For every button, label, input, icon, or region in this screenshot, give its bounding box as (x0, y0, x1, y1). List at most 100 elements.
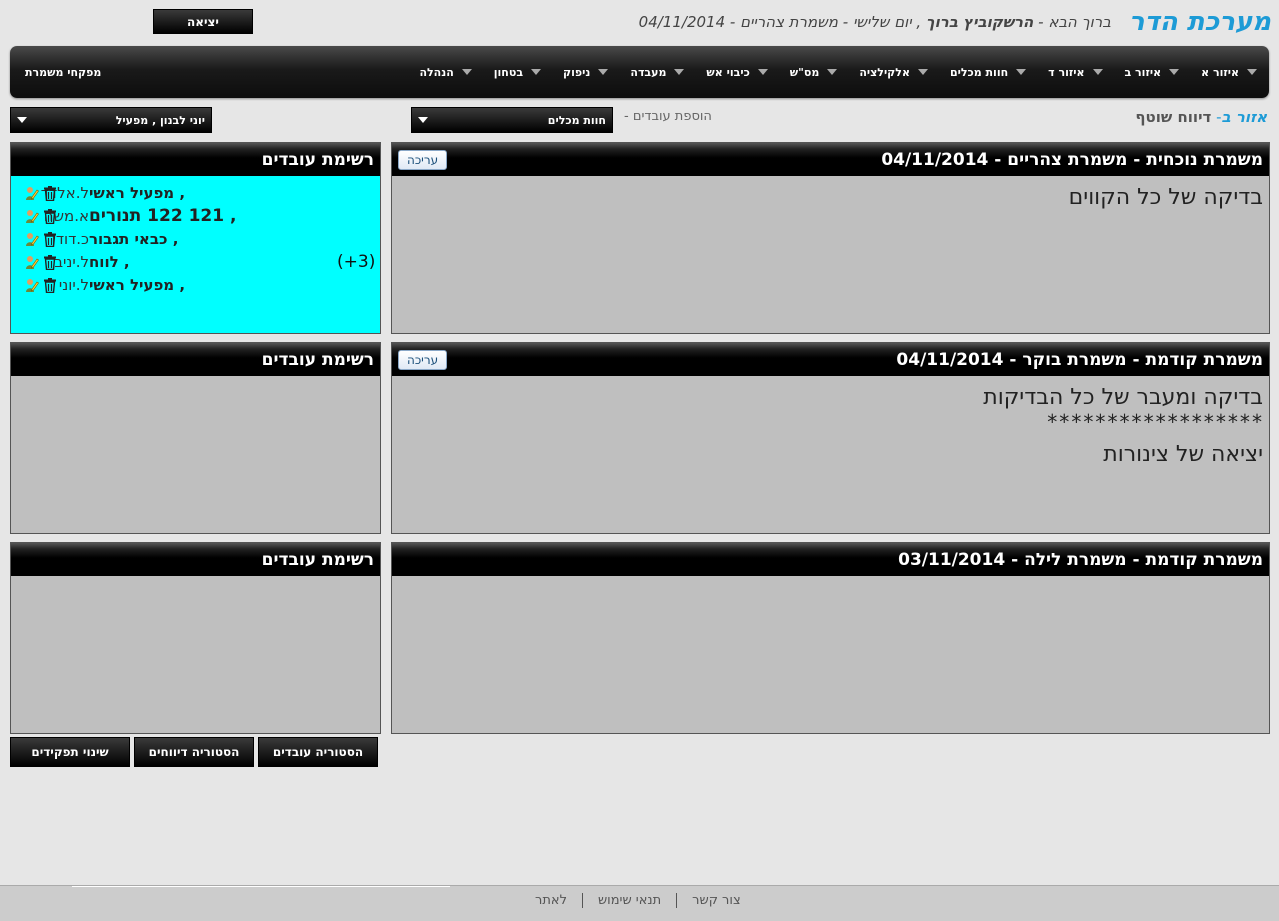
shift-note-line: ****************** (1046, 410, 1263, 434)
nav-item-label: בטחון (493, 65, 524, 79)
edit-user-icon[interactable] (25, 232, 39, 247)
shift-panel-current: משמרת נוכחית - משמרת צהריים - 04/11/2014… (391, 142, 1270, 334)
nav-item-label: איזור ב (1124, 65, 1162, 79)
trash-icon[interactable] (43, 186, 57, 201)
shift-notes: בדיקה של כל הקווים (392, 176, 1269, 223)
chevron-down-icon (598, 69, 609, 75)
worker-actions (25, 209, 57, 224)
worker-row: ל.אלדד , מפעיל ראשי (17, 182, 374, 205)
workers-panel-header: רשימת עובדים (11, 543, 380, 576)
area-select-value: חוות מכלים (547, 113, 606, 127)
shift-title: משמרת קודמת - משמרת בוקר - 04/11/2014 (896, 349, 1263, 370)
nav-item-label: הנהלה (419, 65, 454, 79)
nav-item-security[interactable]: בטחון (493, 65, 542, 79)
worker-role: , כבאי תגבור (89, 230, 179, 248)
history-workers-button[interactable]: הסטוריה עובדים (258, 737, 378, 767)
edit-button[interactable]: עריכה (398, 349, 448, 370)
app-title: מערכת הדר (1128, 7, 1271, 37)
shift-panel-header: משמרת קודמת - משמרת לילה - 03/11/2014 (392, 543, 1269, 576)
footer-link-terms[interactable]: תנאי שימוש (581, 893, 676, 908)
shift-note-line: יציאה של צינורות (1103, 442, 1263, 467)
logout-button[interactable]: יציאה (153, 9, 253, 34)
worker-row: כ.דודו , כבאי תגבור (17, 228, 374, 251)
workers-panel-header: רשימת עובדים (11, 143, 380, 176)
workers-panel-title: רשימת עובדים (261, 349, 374, 370)
footer-link-contact[interactable]: צור קשר (676, 893, 756, 908)
trash-icon[interactable] (43, 209, 57, 224)
trash-icon[interactable] (43, 232, 57, 247)
chevron-down-icon (757, 69, 768, 75)
shift-note-line: בדיקה ומעבר של כל הבדיקות (983, 385, 1263, 410)
nav-item-label: אלקילציה (859, 65, 910, 79)
trash-icon[interactable] (43, 255, 57, 270)
worker-role: , מפעיל ראשי (89, 184, 186, 202)
chevron-down-icon (531, 69, 542, 75)
shift-panel-header: משמרת נוכחית - משמרת צהריים - 04/11/2014… (392, 143, 1269, 176)
edit-user-icon[interactable] (25, 278, 39, 293)
area-name: אזור ב (1221, 108, 1267, 126)
title-separator: - (1211, 108, 1222, 126)
nav-item-label: איזור ד (1048, 65, 1085, 79)
area-select[interactable]: חוות מכלים (411, 107, 613, 133)
chevron-down-icon (418, 117, 428, 123)
nav-item-management[interactable]: הנהלה (419, 65, 472, 79)
history-reports-button[interactable]: הסטוריה דיווחים (134, 737, 254, 767)
shift-panel-previous-morning: משמרת קודמת - משמרת בוקר - 04/11/2014 ער… (391, 342, 1270, 534)
welcome-text: ברוך הבא - הרשקוביץ ברוך , יום שלישי - מ… (639, 13, 1111, 31)
user-name: הרשקוביץ ברוך (925, 13, 1034, 31)
worker-actions (25, 232, 57, 247)
chevron-down-icon (1092, 69, 1103, 75)
nav-item-mss[interactable]: מס"ש (790, 66, 838, 79)
worker-row: ל.יניב , לווח (3+) (17, 251, 376, 274)
footer-link-site[interactable]: לאתר (520, 893, 582, 908)
chevron-down-icon (17, 117, 27, 123)
trash-icon[interactable] (43, 278, 57, 293)
shift-title: משמרת קודמת - משמרת לילה - 03/11/2014 (898, 549, 1263, 570)
edit-user-icon[interactable] (25, 186, 39, 201)
edit-button[interactable]: עריכה (398, 149, 448, 170)
report-type: דיווח שוטף (1135, 108, 1212, 126)
chevron-down-icon (827, 69, 838, 75)
worker-actions (25, 255, 57, 270)
main-nav: מפקחי משמרת איזור א איזור ב איזור ד חוות… (10, 46, 1269, 98)
page-header: מערכת הדר ברוך הבא - הרשקוביץ ברוך , יום… (639, 6, 1271, 38)
worker-actions (25, 278, 57, 293)
workers-panel-title: רשימת עובדים (261, 149, 374, 170)
chevron-down-icon (917, 69, 928, 75)
add-workers-label: הוספת עובדים - (624, 109, 712, 124)
nav-item-area-b[interactable]: איזור ב (1125, 66, 1180, 79)
nav-item-lab[interactable]: מעבדה (630, 66, 685, 79)
chevron-down-icon (1247, 69, 1257, 75)
nav-item-area-d[interactable]: איזור ד (1048, 65, 1103, 79)
nav-item-shift-supervisors[interactable]: מפקחי משמרת (25, 66, 101, 79)
nav-items: איזור א איזור ב איזור ד חוות מכלים אלקיל… (419, 66, 1257, 79)
nav-item-label: מס"ש (789, 65, 820, 79)
shift-notes (392, 576, 1269, 592)
role-changes-button[interactable]: שינוי תפקידים (10, 737, 130, 767)
nav-item-label: חוות מכלים (949, 65, 1009, 79)
nav-item-firefighting[interactable]: כיבוי אש (706, 66, 768, 79)
edit-user-icon[interactable] (25, 255, 39, 270)
nav-item-tank-farm[interactable]: חוות מכלים (949, 65, 1027, 79)
chevron-down-icon (1016, 69, 1027, 75)
worker-overtime-badge: (3+) (337, 252, 376, 272)
worker-role: , מפעיל ראשי (89, 276, 186, 294)
footer-divider (72, 886, 450, 887)
chevron-down-icon (461, 69, 472, 75)
nav-item-area-a[interactable]: איזור א (1201, 66, 1257, 79)
welcome-suffix: , יום שלישי - משמרת צהריים - 04/11/2014 (638, 13, 926, 31)
nav-item-alkylation[interactable]: אלקילציה (859, 66, 928, 79)
chevron-down-icon (674, 69, 685, 75)
worker-select[interactable]: יוני לבנון , מפעיל (10, 107, 212, 133)
shift-panel-previous-night: משמרת קודמת - משמרת לילה - 03/11/2014 (391, 542, 1270, 734)
worker-row: ל.יוני , מפעיל ראשי (17, 274, 374, 297)
nav-item-label: ניפוק (563, 65, 591, 79)
worker-actions (25, 186, 57, 201)
nav-item-dispatch[interactable]: ניפוק (563, 65, 609, 79)
workers-list (11, 376, 380, 388)
shift-notes: בדיקה ומעבר של כל הבדיקות **************… (392, 376, 1269, 480)
shift-title: משמרת נוכחית - משמרת צהריים - 04/11/2014 (881, 149, 1263, 170)
workers-panel-header: רשימת עובדים (11, 343, 380, 376)
workers-panel-current: רשימת עובדים ל.אלדד , מפעיל ראשי א.משה ,… (10, 142, 381, 334)
edit-user-icon[interactable] (25, 209, 39, 224)
